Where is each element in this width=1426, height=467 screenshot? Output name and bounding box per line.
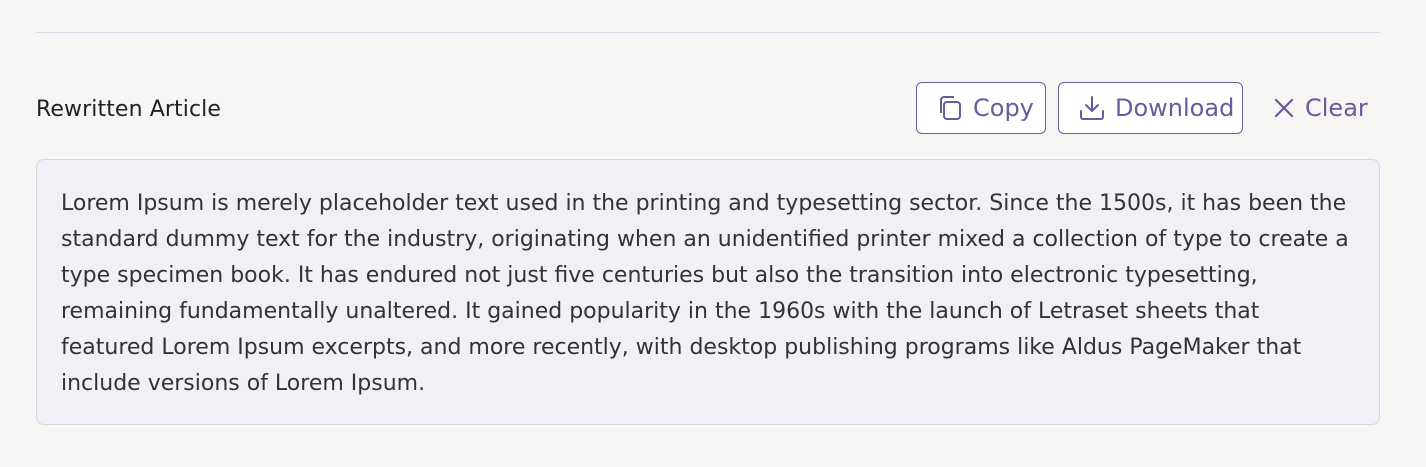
close-icon xyxy=(1271,93,1297,123)
download-icon xyxy=(1077,93,1107,123)
clear-button-label: Clear xyxy=(1305,94,1368,122)
article-header: Rewritten Article Copy Download Clear xyxy=(36,81,1380,135)
copy-icon xyxy=(935,93,965,123)
download-button-label: Download xyxy=(1115,94,1235,122)
section-divider xyxy=(36,32,1380,33)
article-actions: Copy Download Clear xyxy=(916,82,1380,134)
article-output-box: Lorem Ipsum is merely placeholder text u… xyxy=(36,159,1380,425)
section-title: Rewritten Article xyxy=(36,96,221,122)
clear-button[interactable]: Clear xyxy=(1255,82,1380,134)
article-text: Lorem Ipsum is merely placeholder text u… xyxy=(61,191,1349,396)
copy-button-label: Copy xyxy=(973,94,1034,122)
download-button[interactable]: Download xyxy=(1058,82,1243,134)
copy-button[interactable]: Copy xyxy=(916,82,1046,134)
